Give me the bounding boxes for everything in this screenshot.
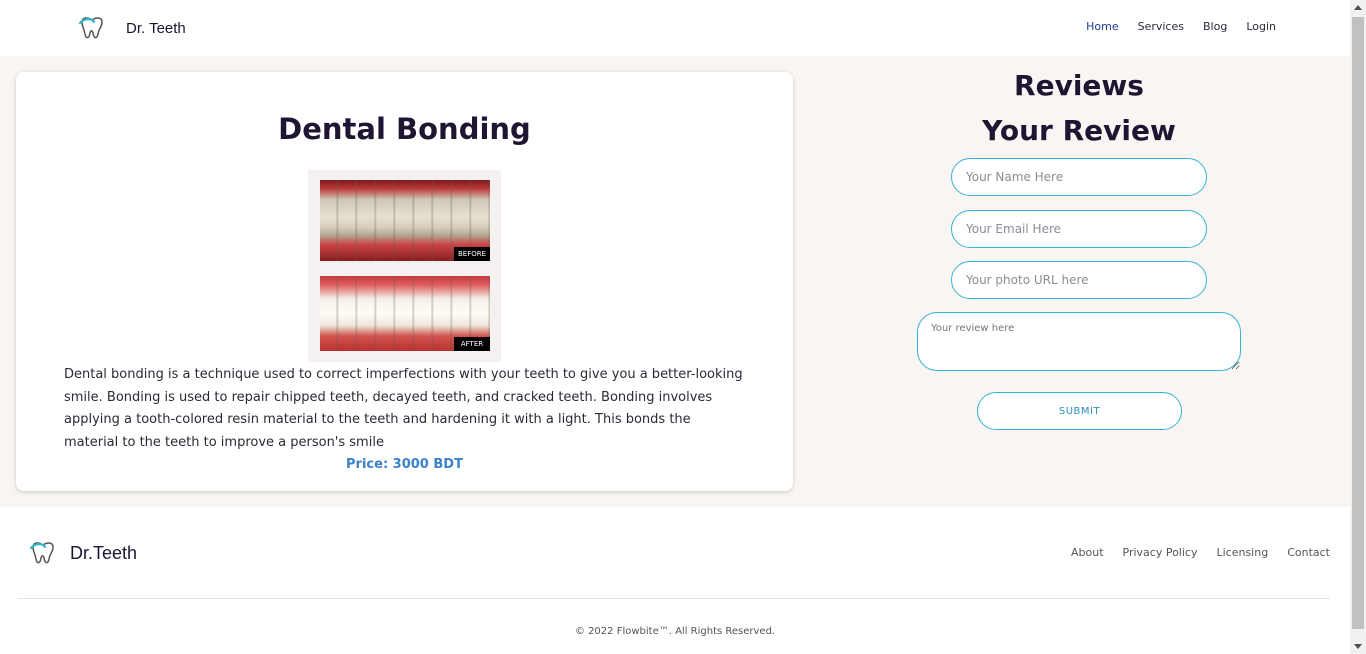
scrollbar[interactable]	[1350, 0, 1366, 654]
before-photo: BEFORE	[320, 180, 490, 261]
photo-url-input[interactable]	[951, 261, 1207, 299]
service-card: Dental Bonding BEFORE AFTER Dental bondi…	[16, 72, 793, 491]
copyright: © 2022 Flowbite™. All Rights Reserved.	[574, 626, 776, 637]
nav-services[interactable]: Services	[1138, 20, 1184, 33]
tooth-logo-icon	[78, 14, 106, 42]
tooth-logo-icon	[28, 540, 58, 566]
submit-button[interactable]: SUBMIT	[977, 392, 1182, 430]
footer-links: About Privacy Policy Licensing Contact	[1052, 546, 1330, 559]
scroll-up-icon[interactable]	[1354, 5, 1362, 10]
after-tag: AFTER	[454, 337, 490, 351]
footer-link-contact[interactable]: Contact	[1287, 546, 1330, 559]
before-tag: BEFORE	[454, 247, 490, 261]
footer-link-privacy[interactable]: Privacy Policy	[1123, 546, 1198, 559]
nav-links: Home Services Blog Login	[1067, 20, 1276, 33]
review-textarea[interactable]	[917, 312, 1241, 371]
footer-link-licensing[interactable]: Licensing	[1216, 546, 1268, 559]
navbar: Dr. Teeth Home Services Blog Login	[0, 0, 1350, 56]
nav-blog[interactable]: Blog	[1203, 20, 1227, 33]
service-title: Dental Bonding	[278, 112, 531, 146]
scroll-down-icon[interactable]	[1354, 644, 1362, 649]
footer-brand[interactable]: Dr.Teeth	[28, 540, 137, 566]
your-review-heading: Your Review	[982, 114, 1176, 147]
brand[interactable]: Dr. Teeth	[78, 14, 186, 42]
service-description: Dental bonding is a technique used to co…	[64, 367, 743, 450]
email-input[interactable]	[951, 210, 1207, 248]
name-input[interactable]	[951, 158, 1207, 196]
scroll-thumb[interactable]	[1352, 17, 1364, 629]
footer-divider	[18, 598, 1330, 599]
brand-name: Dr. Teeth	[126, 19, 186, 37]
footer: Dr.Teeth About Privacy Policy Licensing …	[0, 507, 1350, 654]
reviews-heading: Reviews	[1014, 69, 1144, 102]
after-photo: AFTER	[320, 276, 490, 351]
service-price: Price: 3000 BDT	[346, 457, 463, 472]
footer-link-about[interactable]: About	[1071, 546, 1104, 559]
footer-brand-name: Dr.Teeth	[70, 542, 138, 563]
service-image: BEFORE AFTER	[308, 170, 501, 362]
nav-home[interactable]: Home	[1086, 20, 1118, 33]
nav-login[interactable]: Login	[1246, 20, 1276, 33]
